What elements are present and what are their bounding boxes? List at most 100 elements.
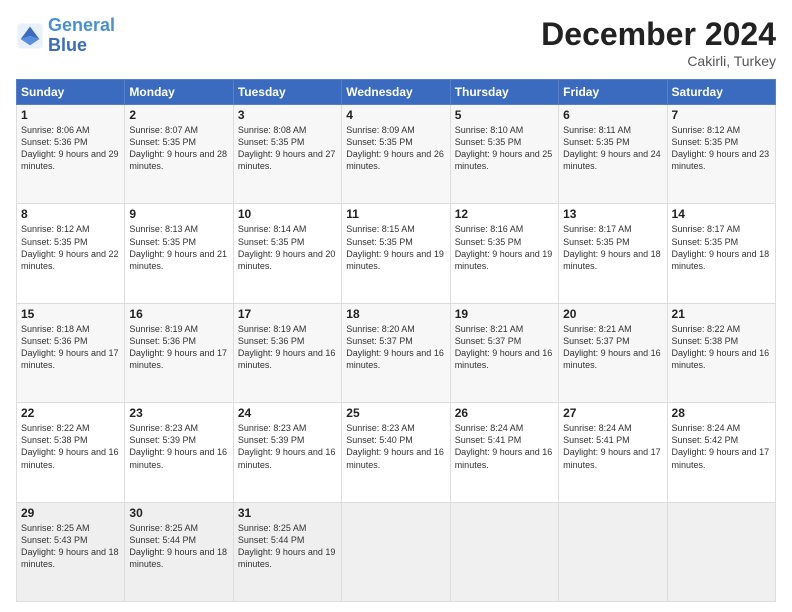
day-number: 7 bbox=[672, 108, 771, 122]
day-header-tuesday: Tuesday bbox=[233, 80, 341, 105]
cell-content: Sunrise: 8:21 AMSunset: 5:37 PMDaylight:… bbox=[563, 323, 662, 372]
calendar-cell: 29 Sunrise: 8:25 AMSunset: 5:43 PMDayligh… bbox=[17, 502, 125, 601]
calendar-week-2: 8 Sunrise: 8:12 AMSunset: 5:35 PMDaylight… bbox=[17, 204, 776, 303]
day-number: 3 bbox=[238, 108, 337, 122]
header: GeneralBlue December 2024 Cakirli, Turke… bbox=[16, 16, 776, 69]
day-number: 14 bbox=[672, 207, 771, 221]
day-number: 15 bbox=[21, 307, 120, 321]
calendar-cell: 27Sunrise: 8:24 AMSunset: 5:41 PMDayligh… bbox=[559, 403, 667, 502]
calendar-cell: 15 Sunrise: 8:18 AMSunset: 5:36 PMDayligh… bbox=[17, 303, 125, 402]
day-header-saturday: Saturday bbox=[667, 80, 775, 105]
calendar-cell bbox=[559, 502, 667, 601]
day-number: 29 bbox=[21, 506, 120, 520]
calendar-cell: 12 Sunrise: 8:16 AMSunset: 5:35 PMDayligh… bbox=[450, 204, 558, 303]
calendar-cell: 25Sunrise: 8:23 AMSunset: 5:40 PMDayligh… bbox=[342, 403, 450, 502]
cell-content: Sunrise: 8:25 AMSunset: 5:43 PMDaylight:… bbox=[21, 522, 120, 571]
day-number: 22 bbox=[21, 406, 120, 420]
cell-content: Sunrise: 8:12 AMSunset: 5:35 PMDaylight:… bbox=[672, 124, 771, 173]
calendar-week-1: 1 Sunrise: 8:06 AMSunset: 5:36 PMDaylight… bbox=[17, 105, 776, 204]
day-number: 26 bbox=[455, 406, 554, 420]
calendar-cell: 31Sunrise: 8:25 AMSunset: 5:44 PMDayligh… bbox=[233, 502, 341, 601]
cell-content: Sunrise: 8:21 AMSunset: 5:37 PMDaylight:… bbox=[455, 323, 554, 372]
cell-content: Sunrise: 8:24 AMSunset: 5:42 PMDaylight:… bbox=[672, 422, 771, 471]
calendar-cell: 11Sunrise: 8:15 AMSunset: 5:35 PMDayligh… bbox=[342, 204, 450, 303]
calendar-cell: 8 Sunrise: 8:12 AMSunset: 5:35 PMDaylight… bbox=[17, 204, 125, 303]
calendar-cell: 22 Sunrise: 8:22 AMSunset: 5:38 PMDayligh… bbox=[17, 403, 125, 502]
cell-content: Sunrise: 8:13 AMSunset: 5:35 PMDaylight:… bbox=[129, 223, 228, 272]
calendar-cell: 16 Sunrise: 8:19 AMSunset: 5:36 PMDayligh… bbox=[125, 303, 233, 402]
day-number: 18 bbox=[346, 307, 445, 321]
cell-content: Sunrise: 8:24 AMSunset: 5:41 PMDaylight:… bbox=[455, 422, 554, 471]
calendar-cell: 4 Sunrise: 8:09 AMSunset: 5:35 PMDaylight… bbox=[342, 105, 450, 204]
cell-content: Sunrise: 8:19 AMSunset: 5:36 PMDaylight:… bbox=[129, 323, 228, 372]
calendar-cell: 17Sunrise: 8:19 AMSunset: 5:36 PMDayligh… bbox=[233, 303, 341, 402]
day-number: 25 bbox=[346, 406, 445, 420]
day-number: 16 bbox=[129, 307, 228, 321]
day-number: 31 bbox=[238, 506, 337, 520]
day-number: 24 bbox=[238, 406, 337, 420]
cell-content: Sunrise: 8:20 AMSunset: 5:37 PMDaylight:… bbox=[346, 323, 445, 372]
day-number: 30 bbox=[129, 506, 228, 520]
day-number: 4 bbox=[346, 108, 445, 122]
calendar-cell: 23 Sunrise: 8:23 AMSunset: 5:39 PMDayligh… bbox=[125, 403, 233, 502]
day-number: 5 bbox=[455, 108, 554, 122]
day-number: 19 bbox=[455, 307, 554, 321]
calendar-week-3: 15 Sunrise: 8:18 AMSunset: 5:36 PMDayligh… bbox=[17, 303, 776, 402]
cell-content: Sunrise: 8:16 AMSunset: 5:35 PMDaylight:… bbox=[455, 223, 554, 272]
cell-content: Sunrise: 8:25 AMSunset: 5:44 PMDaylight:… bbox=[129, 522, 228, 571]
day-number: 1 bbox=[21, 108, 120, 122]
day-number: 8 bbox=[21, 207, 120, 221]
cell-content: Sunrise: 8:10 AMSunset: 5:35 PMDaylight:… bbox=[455, 124, 554, 173]
cell-content: Sunrise: 8:17 AMSunset: 5:35 PMDaylight:… bbox=[672, 223, 771, 272]
day-number: 12 bbox=[455, 207, 554, 221]
calendar-cell: 13Sunrise: 8:17 AMSunset: 5:35 PMDayligh… bbox=[559, 204, 667, 303]
calendar-cell: 30 Sunrise: 8:25 AMSunset: 5:44 PMDayligh… bbox=[125, 502, 233, 601]
calendar-cell: 21Sunrise: 8:22 AMSunset: 5:38 PMDayligh… bbox=[667, 303, 775, 402]
day-header-friday: Friday bbox=[559, 80, 667, 105]
calendar-cell: 1 Sunrise: 8:06 AMSunset: 5:36 PMDaylight… bbox=[17, 105, 125, 204]
day-header-monday: Monday bbox=[125, 80, 233, 105]
day-number: 2 bbox=[129, 108, 228, 122]
calendar-cell bbox=[342, 502, 450, 601]
calendar-cell: 20 Sunrise: 8:21 AMSunset: 5:37 PMDayligh… bbox=[559, 303, 667, 402]
cell-content: Sunrise: 8:12 AMSunset: 5:35 PMDaylight:… bbox=[21, 223, 120, 272]
cell-content: Sunrise: 8:08 AMSunset: 5:35 PMDaylight:… bbox=[238, 124, 337, 173]
calendar-header-row: SundayMondayTuesdayWednesdayThursdayFrid… bbox=[17, 80, 776, 105]
calendar-cell: 5 Sunrise: 8:10 AMSunset: 5:35 PMDaylight… bbox=[450, 105, 558, 204]
calendar-cell bbox=[667, 502, 775, 601]
calendar-cell: 14 Sunrise: 8:17 AMSunset: 5:35 PMDayligh… bbox=[667, 204, 775, 303]
day-header-sunday: Sunday bbox=[17, 80, 125, 105]
calendar-cell: 9 Sunrise: 8:13 AMSunset: 5:35 PMDaylight… bbox=[125, 204, 233, 303]
logo-text: GeneralBlue bbox=[48, 16, 115, 56]
cell-content: Sunrise: 8:19 AMSunset: 5:36 PMDaylight:… bbox=[238, 323, 337, 372]
calendar-cell: 26 Sunrise: 8:24 AMSunset: 5:41 PMDayligh… bbox=[450, 403, 558, 502]
cell-content: Sunrise: 8:22 AMSunset: 5:38 PMDaylight:… bbox=[21, 422, 120, 471]
day-number: 23 bbox=[129, 406, 228, 420]
calendar-table: SundayMondayTuesdayWednesdayThursdayFrid… bbox=[16, 79, 776, 602]
day-header-thursday: Thursday bbox=[450, 80, 558, 105]
calendar-cell: 2 Sunrise: 8:07 AMSunset: 5:35 PMDaylight… bbox=[125, 105, 233, 204]
cell-content: Sunrise: 8:11 AMSunset: 5:35 PMDaylight:… bbox=[563, 124, 662, 173]
day-number: 9 bbox=[129, 207, 228, 221]
calendar-week-5: 29 Sunrise: 8:25 AMSunset: 5:43 PMDayligh… bbox=[17, 502, 776, 601]
cell-content: Sunrise: 8:24 AMSunset: 5:41 PMDaylight:… bbox=[563, 422, 662, 471]
subtitle: Cakirli, Turkey bbox=[541, 53, 776, 69]
calendar-cell: 24 Sunrise: 8:23 AMSunset: 5:39 PMDayligh… bbox=[233, 403, 341, 502]
cell-content: Sunrise: 8:18 AMSunset: 5:36 PMDaylight:… bbox=[21, 323, 120, 372]
cell-content: Sunrise: 8:09 AMSunset: 5:35 PMDaylight:… bbox=[346, 124, 445, 173]
cell-content: Sunrise: 8:07 AMSunset: 5:35 PMDaylight:… bbox=[129, 124, 228, 173]
cell-content: Sunrise: 8:14 AMSunset: 5:35 PMDaylight:… bbox=[238, 223, 337, 272]
day-number: 13 bbox=[563, 207, 662, 221]
calendar-cell: 10 Sunrise: 8:14 AMSunset: 5:35 PMDayligh… bbox=[233, 204, 341, 303]
day-number: 20 bbox=[563, 307, 662, 321]
cell-content: Sunrise: 8:06 AMSunset: 5:36 PMDaylight:… bbox=[21, 124, 120, 173]
cell-content: Sunrise: 8:23 AMSunset: 5:39 PMDaylight:… bbox=[129, 422, 228, 471]
calendar-cell: 3 Sunrise: 8:08 AMSunset: 5:35 PMDaylight… bbox=[233, 105, 341, 204]
logo: GeneralBlue bbox=[16, 16, 115, 56]
day-number: 10 bbox=[238, 207, 337, 221]
calendar-cell: 28Sunrise: 8:24 AMSunset: 5:42 PMDayligh… bbox=[667, 403, 775, 502]
title-block: December 2024 Cakirli, Turkey bbox=[541, 16, 776, 69]
cell-content: Sunrise: 8:23 AMSunset: 5:39 PMDaylight:… bbox=[238, 422, 337, 471]
cell-content: Sunrise: 8:22 AMSunset: 5:38 PMDaylight:… bbox=[672, 323, 771, 372]
calendar-cell: 18 Sunrise: 8:20 AMSunset: 5:37 PMDayligh… bbox=[342, 303, 450, 402]
